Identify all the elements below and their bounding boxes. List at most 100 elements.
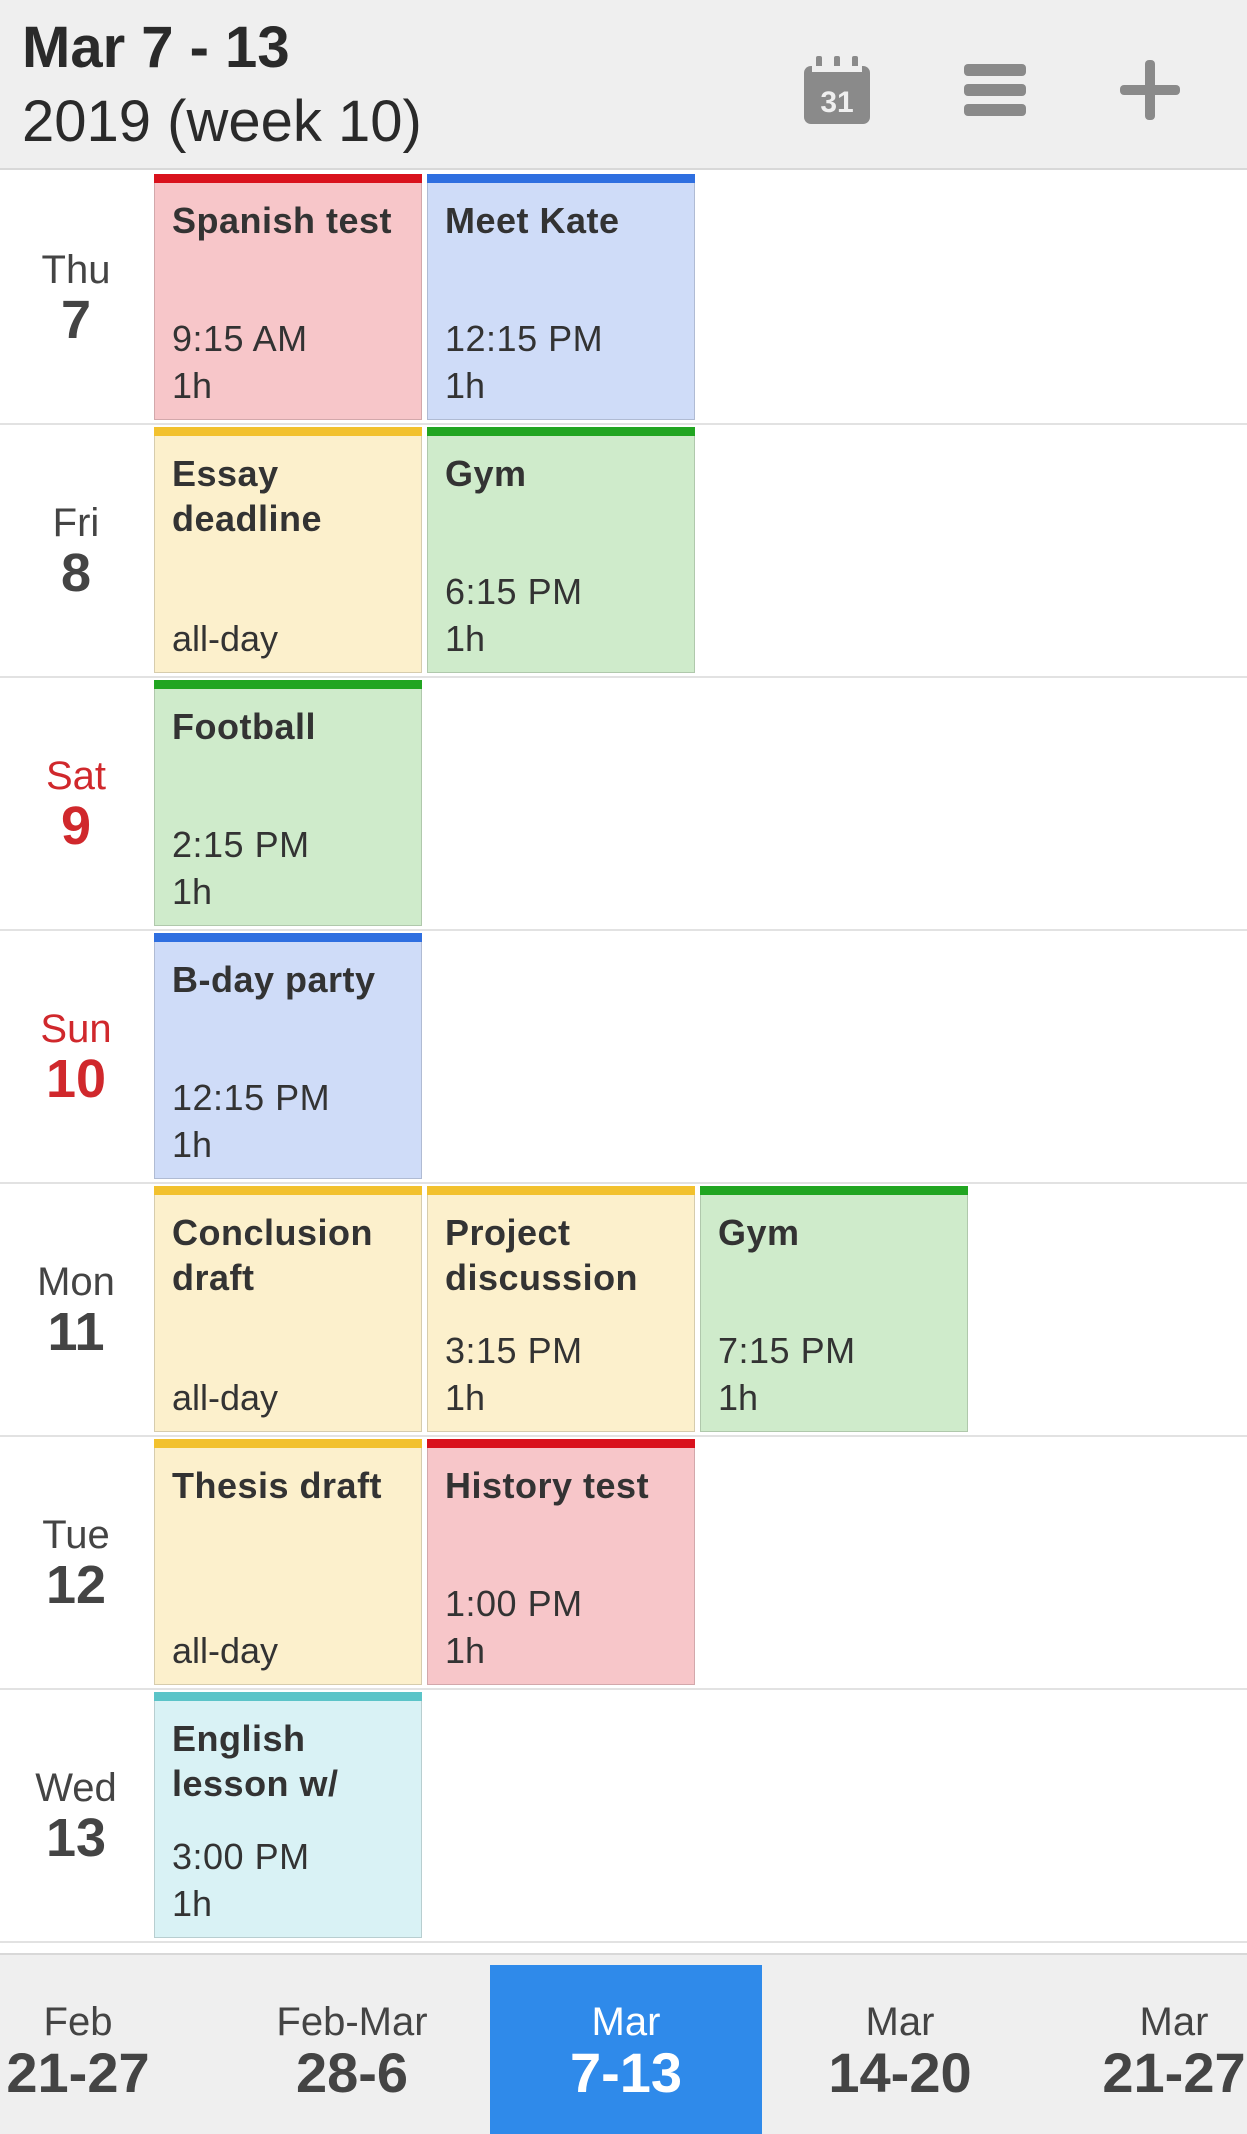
plus-icon[interactable] [1110,50,1190,130]
event-card[interactable]: Thesis draft all-day [154,1439,422,1685]
week-tab[interactable]: Mar 14-20 [764,1965,1036,2134]
event-title: Meet Kate [445,200,620,241]
event-title: Project discussion [445,1212,639,1298]
event-color-bar [427,427,695,436]
week-tab[interactable]: Feb-Mar 28-6 [216,1965,488,2134]
event-card[interactable]: Essay deadline all-day [154,427,422,673]
day-label: Fri 8 [0,425,152,676]
day-row: Tue 12 Thesis draft all-day History test 1:00… [0,1437,1247,1690]
event-title: Spanish test [172,200,393,241]
day-label: Wed 13 [0,1690,152,1941]
event-card[interactable]: Spanish test 9:15 AM 1h [154,174,422,420]
event-duration: all-day [172,1377,279,1418]
event-title: Essay deadline [172,453,323,539]
week-tab[interactable]: Mar 7-13 [490,1965,762,2134]
event-duration: all-day [172,1630,279,1671]
day-number: 10 [45,1048,107,1109]
week-tab-month: Mar [865,1999,935,2044]
day-name: Fri [52,500,100,545]
event-card[interactable]: English lesson w/3:00 PM 1h [154,1692,422,1938]
event-color-bar [154,1692,422,1701]
day-row: Sun 10 B-day party 12:15 PM 1h [0,931,1247,1184]
menu-icon[interactable] [955,50,1035,130]
day-name: Sun [40,1006,112,1051]
day-row: Mon 11 Conclusion draft all-day Project disc… [0,1184,1247,1437]
event-title: Thesis draft [172,1465,383,1506]
event-duration: 1h [172,1124,213,1165]
event-card[interactable]: Gym 7:15 PM 1h [700,1186,968,1432]
week-tab-month: Feb-Mar [276,1999,428,2044]
event-duration: 1h [172,871,213,912]
week-tab-range: 7-13 [569,2040,683,2104]
week-tab[interactable]: Feb 21-27 [0,1965,214,2134]
event-duration: all-day [172,618,279,659]
event-color-bar [154,427,422,436]
event-duration: 1h [445,365,486,406]
event-title: English lesson w/ [172,1718,339,1804]
event-card[interactable]: Gym 6:15 PM 1h [427,427,695,673]
week-tab-month: Mar [1139,1999,1209,2044]
event-title: Conclusion draft [172,1212,373,1298]
day-label: Thu 7 [0,172,152,423]
event-color-bar [700,1186,968,1195]
event-time: 3:00 PM [172,1836,310,1877]
event-color-bar [427,1439,695,1448]
event-title: Football [172,706,316,747]
event-time: 2:15 PM [172,824,310,865]
day-number: 8 [60,542,92,603]
event-color-bar [154,1186,422,1195]
week-tab-month: Mar [591,1999,661,2044]
event-time: 12:15 PM [172,1077,331,1118]
day-name: Tue [42,1512,110,1557]
day-name: Wed [35,1765,117,1810]
event-duration: 1h [445,1377,486,1418]
event-time: 12:15 PM [445,318,604,359]
event-card[interactable]: History test 1:00 PM 1h [427,1439,695,1685]
event-duration: 1h [445,1630,486,1671]
event-time: 1:00 PM [445,1583,583,1624]
week-tab-range: 21-27 [1102,2040,1246,2104]
app-header: Mar 7 - 13 2019 (week 10) 31 [0,0,1247,170]
day-number: 13 [45,1807,107,1868]
event-card[interactable]: B-day party 12:15 PM 1h [154,933,422,1179]
event-color-bar [154,174,422,183]
event-time: 6:15 PM [445,571,583,612]
day-name: Mon [37,1259,115,1304]
event-time: 9:15 AM [172,318,308,359]
day-row: Fri 8 Essay deadline all-day Gym 6:15 PM 1h [0,425,1247,678]
day-label: Sat 9 [0,678,152,929]
event-color-bar [427,174,695,183]
event-card[interactable]: Meet Kate 12:15 PM 1h [427,174,695,420]
event-card[interactable]: Project discussion 3:15 PM 1h [427,1186,695,1432]
week-tab-range: 28-6 [295,2040,409,2104]
day-number: 11 [47,1301,105,1362]
day-name: Thu [41,247,111,292]
event-card[interactable]: Conclusion draft all-day [154,1186,422,1432]
day-row: Thu 7 Spanish test 9:15 AM 1h Meet Kate 12:15 … [0,172,1247,425]
event-color-bar [154,680,422,689]
week-range-title: Mar 7 - 13 [22,15,290,80]
event-color-bar [154,933,422,942]
week-tab[interactable]: Mar 21-27 [1038,1965,1247,2134]
day-number: 7 [60,289,92,350]
event-title: B-day party [172,959,376,1000]
day-row: Wed 13 English lesson w/3:00 PM 1h [0,1690,1247,1943]
event-title: Gym [445,453,527,494]
week-picker: Feb 21-27 Feb-Mar 28-6 Mar 7-13 Mar 14-20 Mar 21-… [0,1953,1247,2134]
day-number: 9 [60,795,92,856]
event-duration: 1h [445,618,486,659]
week-tab-month: Feb [43,1999,113,2044]
event-duration: 1h [172,365,213,406]
event-card[interactable]: Football 2:15 PM 1h [154,680,422,926]
day-label: Sun 10 [0,931,152,1182]
calendar-icon[interactable]: 31 [797,50,877,130]
event-title: History test [445,1465,650,1506]
week-tab-range: 21-27 [6,2040,150,2104]
event-duration: 1h [718,1377,759,1418]
year-week-subtitle: 2019 (week 10) [22,89,422,154]
event-color-bar [154,1439,422,1448]
day-label: Mon 11 [0,1184,152,1435]
week-agenda-list: Thu 7 Spanish test 9:15 AM 1h Meet Kate 12:15 … [0,172,1247,1943]
day-name: Sat [45,753,107,798]
event-time: 3:15 PM [445,1330,583,1371]
